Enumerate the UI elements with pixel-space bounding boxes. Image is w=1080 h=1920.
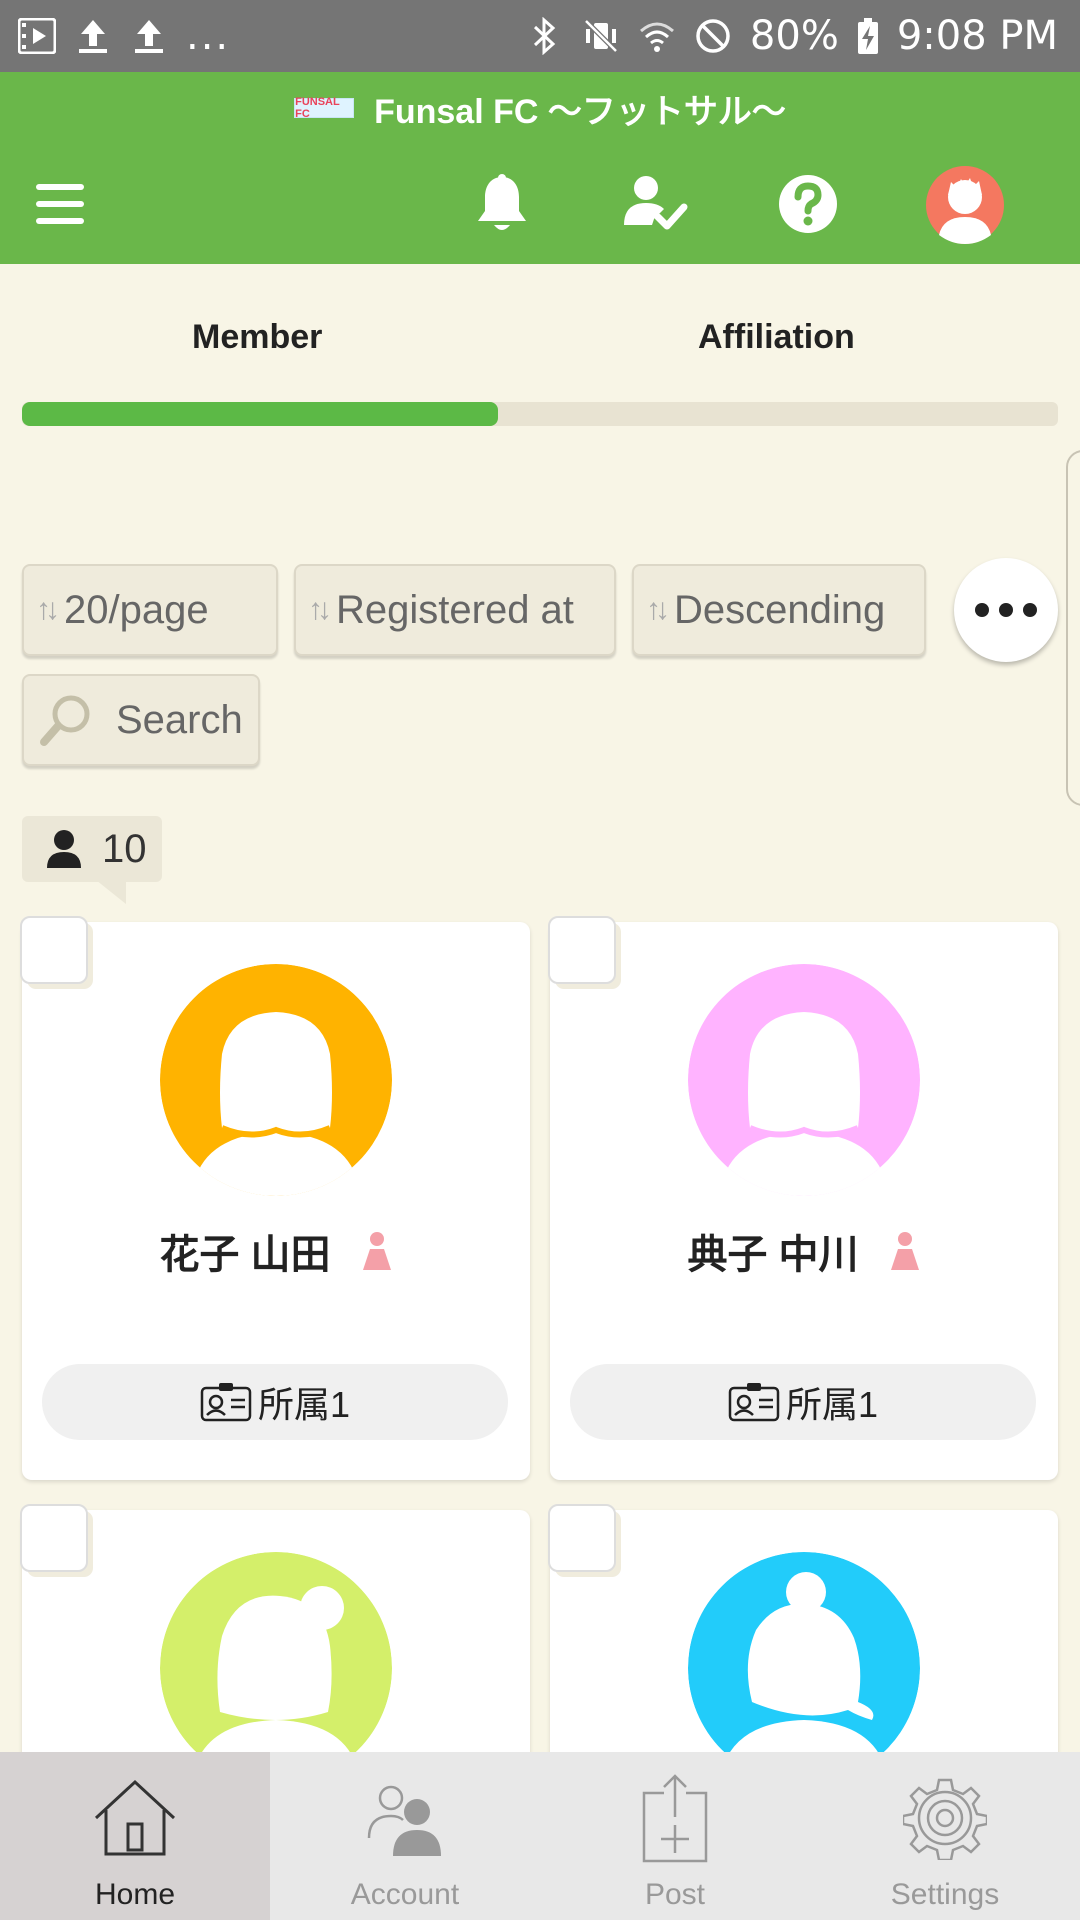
wifi-icon <box>638 17 676 55</box>
vibrate-icon <box>582 17 620 55</box>
video-icon <box>18 17 56 55</box>
profile-avatar[interactable] <box>924 164 1006 246</box>
search-label: Search <box>116 697 243 742</box>
nav-account-label: Account <box>350 1878 460 1911</box>
more-dot <box>999 603 1013 617</box>
member-card[interactable]: 花子 山田 所属1 <box>20 916 530 1480</box>
member-name: 花子 山田 <box>159 1233 331 1277</box>
nav-post-label: Post <box>644 1878 706 1911</box>
menu-icon <box>36 184 84 224</box>
user-check-icon <box>624 176 688 230</box>
upload-icon <box>74 17 112 55</box>
side-drawer-handle[interactable] <box>1066 450 1080 806</box>
nav-home-label: Home <box>94 1878 176 1911</box>
status-bar-right: 80% 9:08 PM <box>526 13 1058 59</box>
sort-order-value: Descending <box>674 587 886 632</box>
select-checkbox[interactable] <box>20 1504 88 1572</box>
more-dot <box>975 603 989 617</box>
do-not-disturb-icon <box>694 17 732 55</box>
help-icon <box>779 175 837 233</box>
sort-field-value: Registered at <box>336 587 574 632</box>
attendance-button[interactable] <box>616 164 696 244</box>
per-page-value: 20/page <box>64 587 209 632</box>
member-avatar <box>160 964 392 1196</box>
battery-percent: 80% <box>749 13 839 59</box>
search-button[interactable]: Search <box>22 674 260 766</box>
member-name: 典子 中川 <box>687 1233 859 1277</box>
person-female-icon <box>890 1232 919 1270</box>
toolbar <box>0 144 1080 264</box>
app-title-bar: FUNSAL FC Funsal FC 〜フットサル〜 <box>0 72 1080 144</box>
tab-member[interactable]: Member <box>192 318 322 357</box>
select-checkbox[interactable] <box>20 916 88 984</box>
nav-home[interactable]: Home <box>0 1752 270 1920</box>
post-icon <box>625 1768 725 1868</box>
nav-settings-label: Settings <box>890 1878 1000 1911</box>
nav-post[interactable]: Post <box>540 1752 810 1920</box>
sort-arrows-icon: ↑↓ <box>646 593 670 626</box>
select-checkbox[interactable] <box>548 1504 616 1572</box>
sort-arrows-icon: ↑↓ <box>36 593 60 626</box>
status-bar: ... 80% 9:08 PM <box>0 0 1080 72</box>
affiliation-label: 所属1 <box>257 1384 351 1425</box>
clock: 9:08 PM <box>896 13 1058 59</box>
help-button[interactable] <box>768 164 848 244</box>
person-icon <box>47 830 81 868</box>
affiliation-label: 所属1 <box>785 1384 879 1425</box>
sort-field-selector[interactable]: ↑↓ Registered at <box>294 564 616 656</box>
bell-icon <box>478 174 526 230</box>
member-avatar <box>688 964 920 1196</box>
tab-affiliation[interactable]: Affiliation <box>698 318 855 357</box>
member-avatar <box>688 1552 920 1784</box>
account-icon <box>355 1768 455 1868</box>
sort-arrows-icon: ↑↓ <box>308 593 332 626</box>
app-title: Funsal FC 〜フットサル〜 <box>374 92 786 131</box>
more-notifications: ... <box>186 13 231 59</box>
nav-account[interactable]: Account <box>270 1752 540 1920</box>
tab-bar: Member Affiliation <box>0 300 1080 380</box>
id-card-icon <box>200 1383 252 1422</box>
member-name-row: 花子 山田 <box>22 1222 530 1280</box>
bluetooth-icon <box>526 17 564 55</box>
badge-tail <box>96 880 126 904</box>
more-dot <box>1023 603 1037 617</box>
id-card-icon <box>728 1383 780 1422</box>
upload-icon <box>130 17 168 55</box>
tab-indicator <box>22 402 498 426</box>
home-icon <box>85 1768 185 1868</box>
person-female-icon <box>362 1232 391 1270</box>
member-count: 10 <box>102 826 147 871</box>
affiliation-button[interactable]: 所属1 <box>42 1364 508 1440</box>
per-page-selector[interactable]: ↑↓ 20/page <box>22 564 278 656</box>
bottom-navigation: Home Account Post Settings <box>0 1752 1080 1920</box>
settings-icon <box>895 1768 995 1868</box>
sort-order-selector[interactable]: ↑↓ Descending <box>632 564 926 656</box>
member-name-row: 典子 中川 <box>550 1222 1058 1280</box>
select-checkbox[interactable] <box>548 916 616 984</box>
search-icon <box>40 695 90 746</box>
notifications-button[interactable] <box>462 164 542 244</box>
more-options-button[interactable] <box>954 558 1058 662</box>
member-avatar <box>160 1552 392 1784</box>
affiliation-button[interactable]: 所属1 <box>570 1364 1036 1440</box>
status-bar-left: ... <box>18 13 230 59</box>
menu-button[interactable] <box>20 164 100 244</box>
member-card[interactable]: 典子 中川 所属1 <box>548 916 1058 1480</box>
member-count-badge: 10 <box>22 816 162 882</box>
nav-settings[interactable]: Settings <box>810 1752 1080 1920</box>
app-logo: FUNSAL FC <box>294 96 355 120</box>
battery-charging-icon <box>857 17 879 55</box>
